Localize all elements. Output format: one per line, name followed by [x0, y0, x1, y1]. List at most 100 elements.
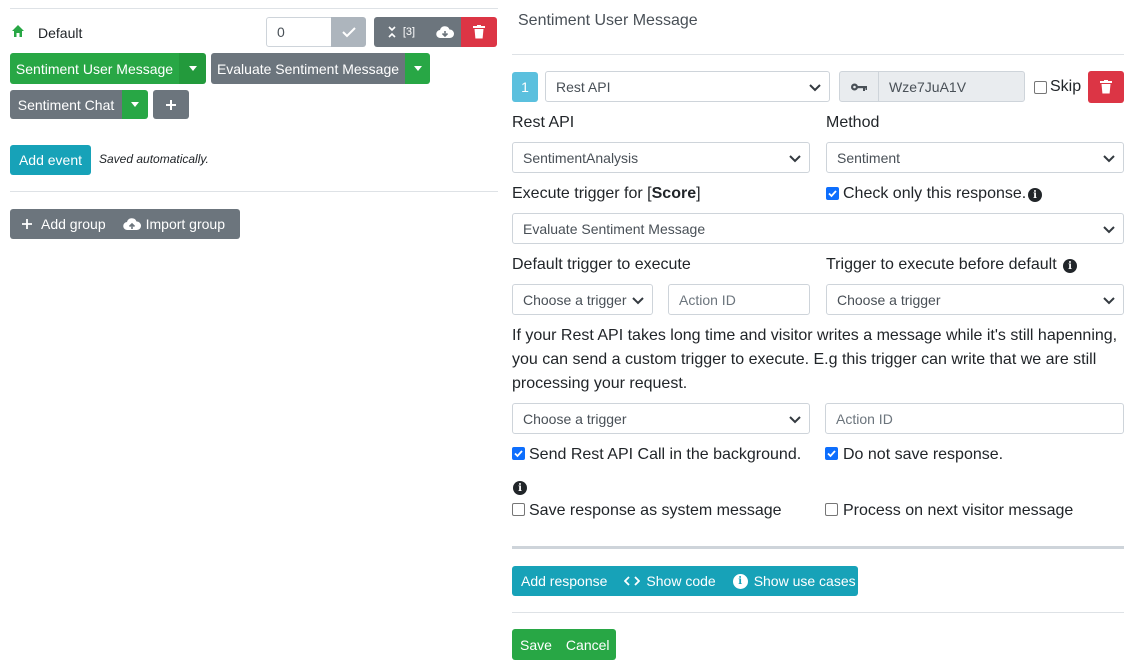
import-group-button[interactable]: Import group [122, 216, 225, 232]
default-trigger-label: Default trigger to execute [512, 256, 691, 273]
trigger-dropdown-toggle[interactable] [405, 53, 430, 84]
top-divider [10, 8, 498, 9]
show-use-cases-button[interactable]: i Show use cases [732, 573, 856, 589]
info-icon[interactable]: i [513, 481, 527, 495]
response-key-field[interactable]: Wze7JuA1V [878, 71, 1025, 102]
trigger-label: Sentiment Chat [17, 96, 115, 113]
chevron-down-icon [1103, 225, 1115, 233]
execute-trigger-select[interactable]: Evaluate Sentiment Message [512, 213, 1124, 244]
import-group-label: Import group [145, 216, 225, 232]
chevron-down-icon [1103, 154, 1115, 162]
action-id-placeholder: Action ID [836, 410, 893, 427]
before-default-select[interactable]: Choose a trigger [826, 284, 1124, 315]
save-label: Save [520, 636, 552, 653]
chevron-down-icon [789, 154, 801, 162]
rest-api-select[interactable]: SentimentAnalysis [512, 142, 810, 173]
caret-down-icon [188, 66, 197, 71]
add-group-label: Add group [41, 216, 106, 232]
home-icon [11, 24, 25, 42]
show-use-cases-label: Show use cases [753, 573, 856, 589]
add-event-label: Add event [18, 152, 83, 168]
method-select[interactable]: Sentiment [826, 142, 1124, 173]
trash-icon [1100, 80, 1112, 94]
trigger-label: Sentiment User Message [15, 60, 174, 77]
trigger-button-sentiment-user-message[interactable]: Sentiment User Message [10, 53, 179, 84]
execute-trigger-value: Evaluate Sentiment Message [523, 220, 706, 237]
save-system-label: Save response as system message [529, 502, 782, 519]
group-divider [10, 191, 498, 192]
check-only-label: Check only this response. [843, 185, 1027, 202]
collapse-icon [388, 26, 396, 38]
add-event-button[interactable]: Add event [10, 145, 91, 175]
show-code-button[interactable]: Show code [624, 573, 716, 589]
trash-icon [473, 25, 485, 39]
plus-icon [22, 219, 32, 229]
action-id-placeholder: Action ID [679, 291, 736, 308]
check-only-checkbox[interactable] [826, 187, 839, 200]
long-time-note: If your Rest API takes long time and vis… [512, 327, 1118, 392]
chevron-down-icon [632, 296, 644, 304]
add-trigger-button[interactable] [153, 90, 189, 119]
trigger-button-sentiment-chat[interactable]: Sentiment Chat [10, 90, 122, 119]
cancel-button[interactable]: Cancel [566, 637, 610, 653]
plus-icon [166, 99, 176, 110]
group-name: Default [38, 25, 83, 41]
cancel-label: Cancel [565, 636, 610, 653]
default-trigger-select[interactable]: Choose a trigger [512, 284, 653, 315]
background-action-id-input[interactable]: Action ID [825, 403, 1124, 434]
default-trigger-value: Choose a trigger [523, 291, 627, 308]
trigger-dropdown-toggle[interactable] [122, 90, 148, 119]
priority-input[interactable]: 0 [266, 17, 332, 47]
group-actions: Add group Import group [10, 209, 240, 239]
process-next-label: Process on next visitor message [843, 502, 1074, 519]
save-system-checkbox[interactable] [512, 503, 525, 516]
save-priority-button[interactable] [331, 17, 366, 47]
footer-divider [512, 612, 1124, 613]
delete-response-button[interactable] [1088, 71, 1124, 103]
page-title: Sentiment User Message [518, 12, 698, 29]
info-icon[interactable]: i [1028, 188, 1042, 202]
step-number-badge: 1 [512, 72, 538, 102]
delete-group-button[interactable] [461, 17, 497, 47]
trigger-dropdown-toggle[interactable] [179, 53, 206, 84]
trigger-label: Evaluate Sentiment Message [216, 60, 400, 77]
response-type-select[interactable]: Rest API [545, 71, 830, 102]
chevron-down-icon [1103, 296, 1115, 304]
process-next-checkbox[interactable] [825, 503, 838, 516]
add-response-label: Add response [521, 573, 608, 589]
key-icon [851, 83, 867, 91]
priority-value: 0 [277, 24, 285, 40]
download-group-button[interactable] [428, 17, 461, 47]
default-action-id-input[interactable]: Action ID [668, 284, 810, 315]
check-icon [341, 27, 356, 38]
response-type-value: Rest API [556, 78, 611, 95]
skip-label: Skip [1050, 78, 1082, 95]
info-icon: i [732, 573, 748, 589]
send-background-checkbox[interactable] [512, 447, 525, 460]
add-group-button[interactable]: Add group [21, 216, 106, 232]
key-addon [839, 71, 879, 102]
rest-api-value: SentimentAnalysis [523, 149, 639, 166]
add-response-button[interactable]: Add response [521, 573, 607, 589]
method-value: Sentiment [837, 149, 901, 166]
section-divider [512, 546, 1124, 549]
before-default-label: Trigger to execute before default [826, 256, 1057, 273]
execute-trigger-param: Score [651, 185, 697, 202]
execute-trigger-suffix: ] [696, 185, 701, 202]
collapse-button[interactable]: [3] [374, 17, 428, 47]
save-button[interactable]: Save [520, 637, 552, 653]
code-icon [624, 576, 641, 586]
skip-checkbox[interactable] [1034, 81, 1047, 94]
execute-trigger-prefix: Execute trigger for [ [512, 185, 652, 202]
background-trigger-select[interactable]: Choose a trigger [512, 403, 810, 434]
do-not-save-label: Do not save response. [843, 446, 1004, 463]
chevron-down-icon [789, 415, 801, 423]
caret-down-icon [413, 66, 422, 71]
info-icon[interactable]: i [1063, 259, 1077, 273]
trigger-button-evaluate-sentiment-message[interactable]: Evaluate Sentiment Message [211, 53, 405, 84]
caret-down-icon [131, 102, 139, 107]
chevron-down-icon [809, 83, 821, 91]
collapse-count: [3] [402, 26, 416, 38]
title-divider [512, 54, 1124, 55]
do-not-save-checkbox[interactable] [825, 447, 838, 460]
